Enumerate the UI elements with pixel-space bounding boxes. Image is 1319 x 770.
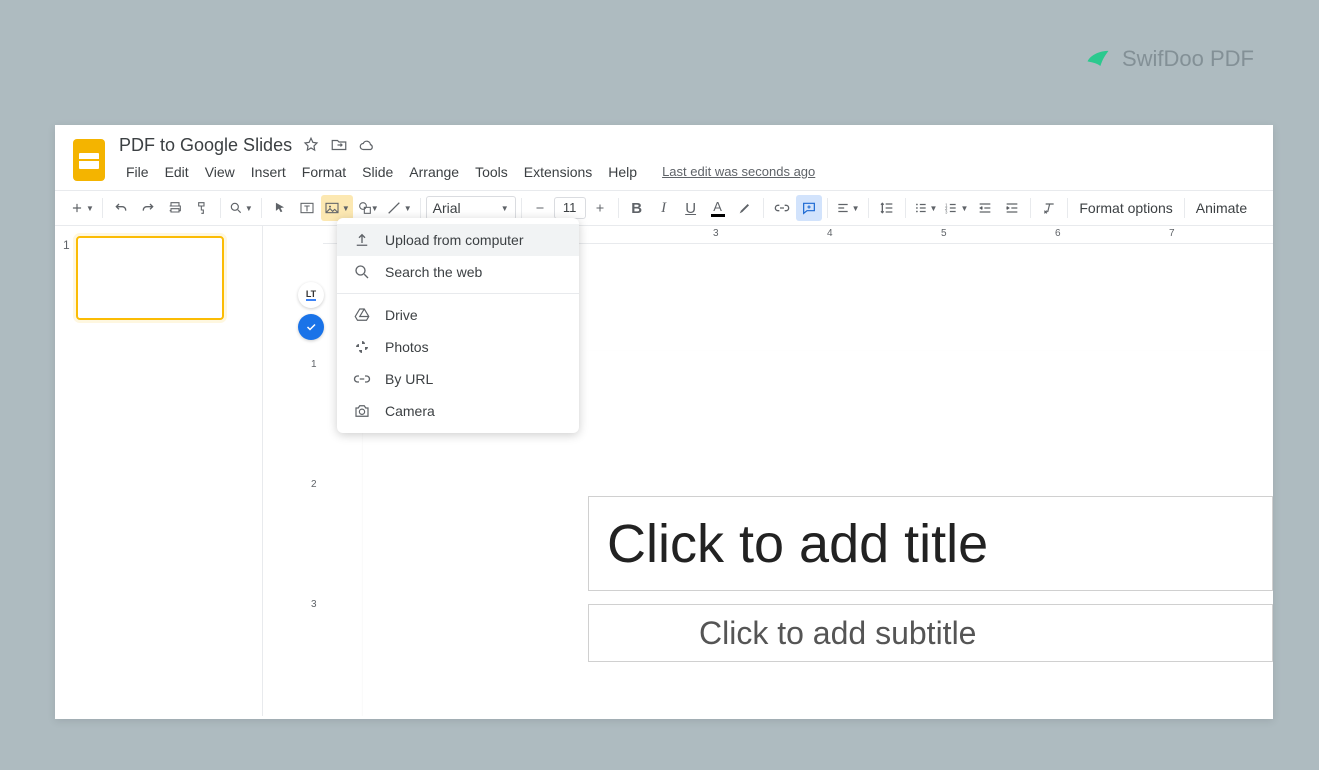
camera-icon — [353, 402, 371, 420]
link-icon — [353, 370, 371, 388]
app-window: PDF to Google Slides File Edit View Inse… — [55, 125, 1273, 719]
separator — [618, 198, 619, 218]
subtitle-placeholder[interactable]: Click to add subtitle — [588, 604, 1273, 662]
thumbnail-panel: 1 — [55, 226, 263, 716]
image-dropdown: Upload from computer Search the web Driv… — [337, 218, 579, 433]
indent-increase-button[interactable] — [999, 195, 1025, 221]
text-color-button[interactable]: A — [705, 195, 731, 221]
header: PDF to Google Slides File Edit View Inse… — [55, 125, 1273, 184]
font-size-input[interactable]: 11 — [554, 197, 586, 219]
menu-help[interactable]: Help — [601, 160, 644, 184]
underline-button[interactable]: U — [678, 195, 704, 221]
separator — [220, 198, 221, 218]
cloud-icon[interactable] — [358, 136, 376, 154]
highlight-button[interactable] — [732, 195, 758, 221]
check-badge[interactable] — [298, 314, 324, 340]
menu-insert[interactable]: Insert — [244, 160, 293, 184]
upload-icon — [353, 231, 371, 249]
indent-decrease-button[interactable] — [972, 195, 998, 221]
separator — [261, 198, 262, 218]
menu-extensions[interactable]: Extensions — [517, 160, 599, 184]
align-button[interactable]: ▼ — [833, 195, 863, 221]
separator — [420, 198, 421, 218]
line-spacing-button[interactable] — [874, 195, 900, 221]
font-size-increase[interactable] — [587, 195, 613, 221]
animate-button[interactable]: Animate — [1190, 200, 1253, 216]
last-edit[interactable]: Last edit was seconds ago — [662, 160, 815, 184]
photos-icon — [353, 338, 371, 356]
textbox-tool[interactable] — [294, 195, 320, 221]
separator — [521, 198, 522, 218]
dropdown-label: Photos — [385, 339, 429, 355]
header-content: PDF to Google Slides File Edit View Inse… — [119, 133, 1257, 184]
star-icon[interactable] — [302, 136, 320, 154]
thumbnail-number: 1 — [63, 238, 70, 320]
redo-button[interactable] — [135, 195, 161, 221]
dropdown-label: Search the web — [385, 264, 482, 280]
menu-bar: File Edit View Insert Format Slide Arran… — [119, 160, 1257, 184]
doc-title[interactable]: PDF to Google Slides — [119, 135, 292, 156]
menu-slide[interactable]: Slide — [355, 160, 400, 184]
separator — [763, 198, 764, 218]
menu-format[interactable]: Format — [295, 160, 353, 184]
menu-view[interactable]: View — [198, 160, 242, 184]
undo-button[interactable] — [108, 195, 134, 221]
dropdown-by-url[interactable]: By URL — [337, 363, 579, 395]
clear-formatting-button[interactable] — [1036, 195, 1062, 221]
print-button[interactable] — [162, 195, 188, 221]
swifdoo-bird-icon — [1084, 45, 1112, 73]
dropdown-photos[interactable]: Photos — [337, 331, 579, 363]
menu-file[interactable]: File — [119, 160, 156, 184]
drive-icon — [353, 306, 371, 324]
dropdown-drive[interactable]: Drive — [337, 299, 579, 331]
watermark-text: SwifDoo PDF — [1122, 46, 1254, 72]
toolbar: ▼ ▼ ▼ ▼ ▼ Arial▼ 11 B I U A ▼ ▼ 123▼ — [55, 190, 1273, 226]
search-icon — [353, 263, 371, 281]
paint-format-button[interactable] — [189, 195, 215, 221]
bullet-list-button[interactable]: ▼ — [911, 195, 941, 221]
menu-edit[interactable]: Edit — [158, 160, 196, 184]
thumbnail-item[interactable]: 1 — [63, 236, 254, 320]
lt-badge[interactable]: LT — [298, 282, 324, 308]
separator — [868, 198, 869, 218]
separator — [1184, 198, 1185, 218]
zoom-button[interactable]: ▼ — [226, 195, 256, 221]
separator — [102, 198, 103, 218]
bold-button[interactable]: B — [624, 195, 650, 221]
dropdown-search-web[interactable]: Search the web — [337, 256, 579, 288]
dropdown-camera[interactable]: Camera — [337, 395, 579, 427]
svg-text:3: 3 — [946, 209, 949, 214]
separator — [905, 198, 906, 218]
workspace: 1 3 4 5 6 7 8 1 2 3 4 Click to add title… — [55, 226, 1273, 716]
link-button[interactable] — [769, 195, 795, 221]
dropdown-label: By URL — [385, 371, 433, 387]
font-select[interactable]: Arial▼ — [426, 196, 516, 220]
dropdown-upload-from-computer[interactable]: Upload from computer — [337, 224, 579, 256]
dropdown-label: Drive — [385, 307, 418, 323]
select-tool[interactable] — [267, 195, 293, 221]
move-icon[interactable] — [330, 136, 348, 154]
numbered-list-button[interactable]: 123▼ — [941, 195, 971, 221]
dropdown-label: Upload from computer — [385, 232, 524, 248]
format-options-button[interactable]: Format options — [1073, 200, 1178, 216]
font-name: Arial — [433, 200, 461, 216]
separator — [827, 198, 828, 218]
slides-logo[interactable] — [71, 137, 107, 183]
thumbnail-preview[interactable] — [76, 236, 224, 320]
separator — [1067, 198, 1068, 218]
italic-button[interactable]: I — [651, 195, 677, 221]
side-badges: LT — [298, 282, 326, 340]
watermark: SwifDoo PDF — [1084, 45, 1254, 73]
title-placeholder[interactable]: Click to add title — [588, 496, 1273, 591]
dropdown-label: Camera — [385, 403, 435, 419]
menu-tools[interactable]: Tools — [468, 160, 515, 184]
dropdown-separator — [337, 293, 579, 294]
comment-button[interactable] — [796, 195, 822, 221]
menu-arrange[interactable]: Arrange — [402, 160, 466, 184]
separator — [1030, 198, 1031, 218]
new-slide-button[interactable]: ▼ — [67, 195, 97, 221]
